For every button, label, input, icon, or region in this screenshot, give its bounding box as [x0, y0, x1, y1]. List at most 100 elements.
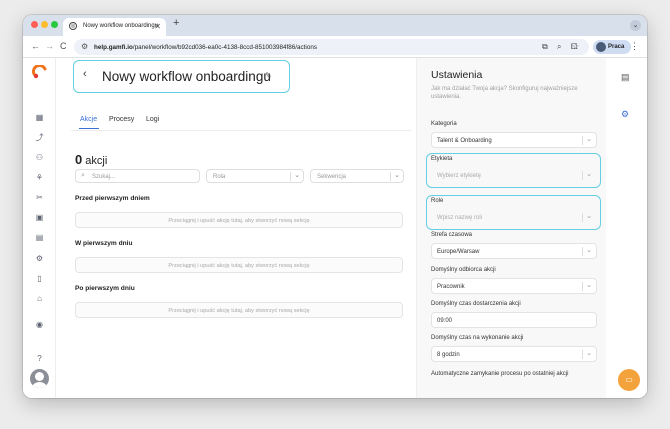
clipboard-icon[interactable]: ▤: [34, 232, 45, 243]
settings-subtitle: Jak ma działać Twoja akcja? Skonfiguruj …: [431, 86, 578, 100]
document-icon[interactable]: ▯: [34, 273, 45, 284]
help-icon[interactable]: ?: [34, 353, 45, 364]
role-filter-select[interactable]: Rola ⌄: [206, 169, 304, 183]
chevron-down-icon: ⌄: [586, 171, 592, 178]
chevron-down-icon: ⌄: [586, 247, 592, 254]
site-settings-icon[interactable]: ⚙: [81, 42, 88, 51]
exec-time-label: Domyślny czas na wykonanie akcji: [431, 335, 524, 341]
search-placeholder: Szukaj...: [92, 173, 116, 180]
gamfi-logo[interactable]: [31, 65, 49, 79]
tab-procesy[interactable]: Procesy: [109, 116, 134, 123]
actions-count: 0 akcji: [75, 152, 107, 167]
profile-avatar: [596, 42, 606, 52]
chevron-down-icon: ⌄: [586, 213, 592, 220]
back-icon[interactable]: ‹: [83, 68, 87, 80]
section-title: W pierwszym dniu: [75, 240, 133, 247]
role-input[interactable]: Wpisz nazwę roli ⌄: [431, 209, 597, 225]
chevron-down-icon[interactable]: ⌄: [630, 20, 641, 31]
page-title: Nowy workflow onboardingu: [102, 69, 271, 84]
org-chart-icon[interactable]: ⚘: [34, 172, 45, 183]
search-input[interactable]: ⌕ Szukaj...: [75, 169, 200, 183]
chevron-down-icon: ⌄: [394, 172, 400, 179]
timezone-value: Europe/Warsaw: [437, 249, 480, 255]
actions-count-value: 0: [75, 152, 83, 167]
dashboard-icon[interactable]: ▦: [34, 112, 45, 123]
chevron-down-icon: ⌄: [586, 136, 592, 143]
chevron-down-icon: ⌄: [586, 350, 592, 357]
user-avatar[interactable]: [30, 369, 49, 388]
forward-arrow-icon[interactable]: →: [45, 41, 54, 51]
sequence-filter-select[interactable]: Sekwencja ⌄: [310, 169, 404, 183]
cast-icon[interactable]: ⧉: [542, 42, 548, 52]
new-tab-icon[interactable]: +: [173, 17, 179, 29]
sequence-filter-placeholder: Sekwencja: [317, 173, 347, 180]
calendar-icon[interactable]: ▣: [34, 212, 45, 223]
extensions-icon[interactable]: ⧠: [571, 42, 577, 52]
reload-icon[interactable]: C: [60, 41, 67, 51]
address-bar: ← → C ⚙ help.gamfi.io/panel/workflow/b92…: [23, 36, 647, 58]
workflow-main: ‹ Nowy workflow onboardingu ✎ Akcje Proc…: [56, 58, 416, 398]
role-label: Role: [431, 198, 444, 204]
timezone-select[interactable]: Europe/Warsaw ⌄: [431, 243, 597, 259]
timezone-label: Strefa czasowa: [431, 232, 473, 238]
recipient-select[interactable]: Pracownik ⌄: [431, 278, 597, 294]
dropzone[interactable]: Przeciągnij i upuść akcję tutaj, aby stw…: [75, 212, 403, 228]
title-bar: ‹ Nowy workflow onboardingu ✎: [73, 60, 290, 93]
active-tab-underline: [79, 128, 99, 129]
tab-logi[interactable]: Logi: [146, 116, 159, 123]
settings-panel: Ustawienia Jak ma działać Twoja akcja? S…: [416, 58, 606, 398]
category-select[interactable]: Talent & Onboarding ⌄: [431, 132, 597, 148]
dropzone[interactable]: Przeciągnij i upuść akcję tutaj, aby stw…: [75, 302, 403, 318]
delivery-time-label: Domyślny czas dostarczenia akcji: [431, 301, 521, 307]
chevron-down-icon: ⌄: [586, 282, 592, 289]
role-placeholder: Wpisz nazwę roli: [437, 215, 483, 221]
tab-akcje[interactable]: Akcje: [80, 116, 97, 123]
dropzone[interactable]: Przeciągnij i upuść akcję tutaj, aby stw…: [75, 257, 403, 273]
recipient-label: Domyślny odbiorca akcji: [431, 267, 496, 273]
section-title: Przed pierwszym dniem: [75, 195, 150, 202]
exec-time-select[interactable]: 8 godzin ⌄: [431, 346, 597, 362]
profile-label: Praca: [608, 43, 625, 50]
settings-title: Ustawienia: [431, 69, 483, 81]
zoom-icon[interactable]: ⌕: [557, 42, 561, 52]
settings-icon[interactable]: ⚙: [34, 253, 45, 264]
exec-time-value: 8 godzin: [437, 352, 460, 358]
workflow-icon[interactable]: ⤴: [34, 132, 45, 143]
category-label: Kategoria: [431, 121, 457, 127]
url-path: /panel/workflow/b92cd036-ea0c-4138-8ccd-…: [132, 43, 317, 51]
tag-icon[interactable]: ⌂: [34, 293, 45, 304]
close-tab-icon[interactable]: ✕: [154, 22, 161, 31]
left-sidebar: ▦ ⤴ ⚇ ⚘ ✂ ▣ ▤ ⚙ ▯ ⌂ ◉ ?: [23, 58, 56, 398]
close-window-button[interactable]: [31, 21, 38, 28]
more-menu-icon[interactable]: ⋮: [630, 41, 639, 52]
support-icon[interactable]: ◉: [34, 319, 45, 330]
role-filter-placeholder: Rola: [213, 173, 226, 180]
maximize-window-button[interactable]: [51, 21, 58, 28]
globe-icon: ◎: [69, 22, 77, 30]
browser-tab-title: Nowy workflow onboardingu: [83, 23, 159, 29]
search-icon: ⌕: [81, 172, 85, 179]
notes-icon[interactable]: ▤: [621, 72, 630, 83]
back-arrow-icon[interactable]: ←: [31, 41, 40, 51]
url-host: help.gamfi.io: [94, 43, 133, 51]
tag-label: Etykieta: [431, 156, 453, 162]
edit-pencil-icon[interactable]: ✎: [265, 71, 272, 80]
settings-gear-icon[interactable]: ⚙: [621, 109, 629, 120]
right-sidebar: ▤ ⚙: [606, 58, 647, 398]
chevron-down-icon: ⌄: [294, 172, 300, 179]
divider: [71, 130, 411, 131]
minimize-window-button[interactable]: [41, 21, 48, 28]
tools-icon[interactable]: ✂: [34, 192, 45, 203]
url-field[interactable]: ⚙ help.gamfi.io/panel/workflow/b92cd036-…: [74, 39, 589, 55]
profile-button[interactable]: Praca: [593, 40, 631, 54]
browser-window: ◎ Nowy workflow onboardingu ✕ + ⌄ ← → C …: [23, 15, 647, 398]
recipient-value: Pracownik: [437, 284, 465, 290]
users-icon[interactable]: ⚇: [34, 152, 45, 163]
section-title: Po pierwszym dniu: [75, 285, 135, 292]
autoclose-label: Automatyczne zamykanie procesu po ostatn…: [431, 371, 569, 377]
tag-select[interactable]: Wybierz etykietę ⌄: [431, 167, 597, 183]
delivery-time-input[interactable]: 09:00: [431, 312, 597, 328]
chat-icon[interactable]: ▭: [618, 369, 640, 391]
actions-count-label: akcji: [85, 155, 108, 167]
browser-tab[interactable]: ◎ Nowy workflow onboardingu ✕: [63, 18, 166, 36]
